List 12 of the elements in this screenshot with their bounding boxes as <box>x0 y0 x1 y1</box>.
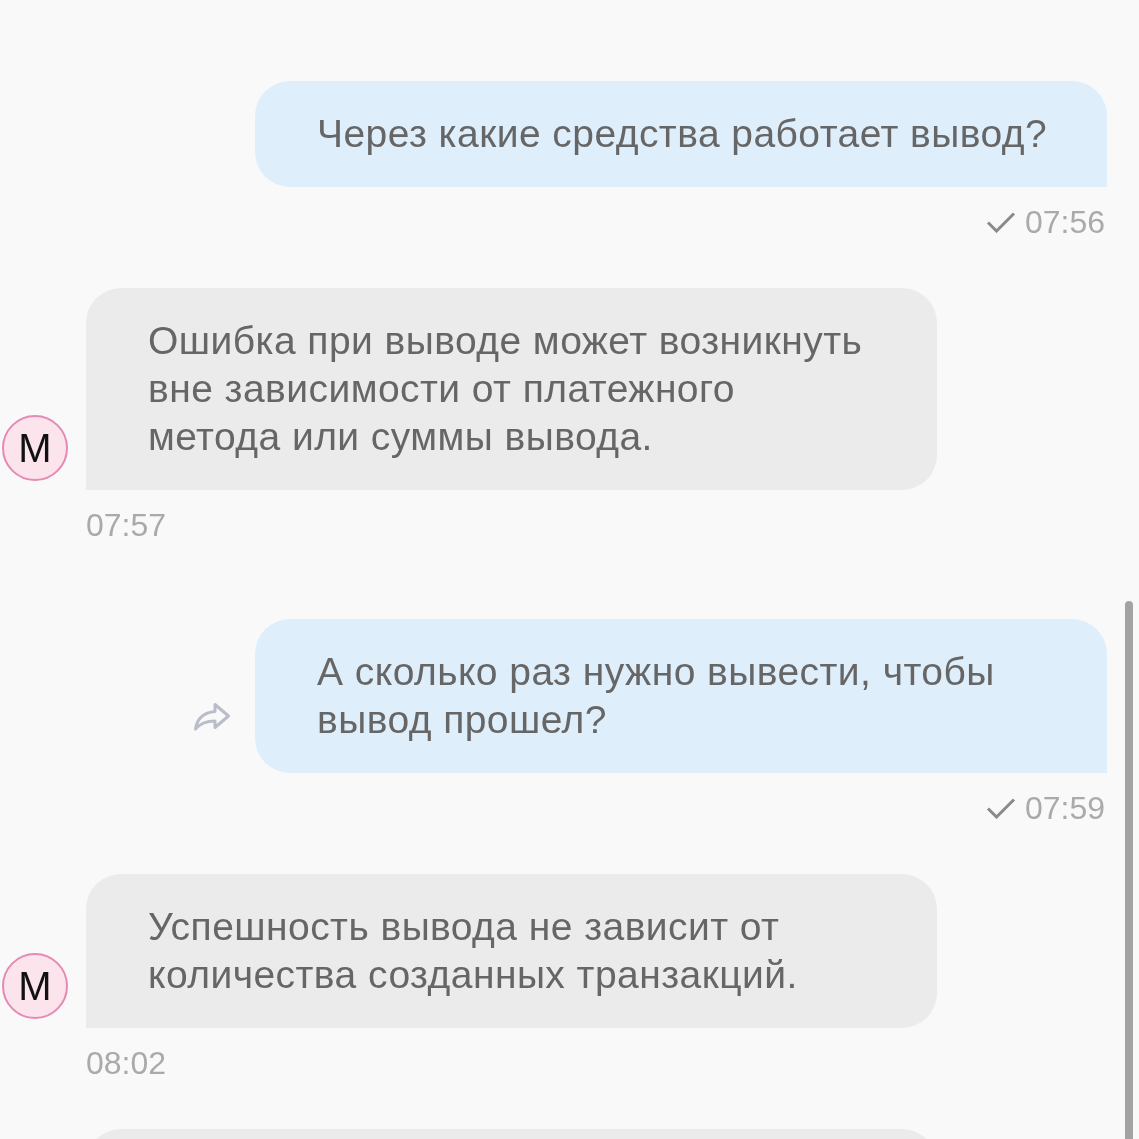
forward-arrow-icon[interactable] <box>193 702 231 731</box>
message-time: 07:59 <box>1024 790 1105 826</box>
avatar: M <box>2 415 68 481</box>
message-text: Ошибка при выводе может возникнуть вне зависимости от платежного метода или суммы вывода. <box>148 318 864 460</box>
message-text: А сколько раз нужно вывести, чтобы вывод прошел? <box>317 649 996 743</box>
scrollbar[interactable] <box>1125 601 1133 1139</box>
message-text: Через какие средства работает вывод? <box>317 111 1045 157</box>
message-time: 07:56 <box>1024 204 1105 240</box>
avatar: M <box>2 953 68 1019</box>
message-time: 08:02 <box>86 1045 167 1081</box>
message-time: 07:57 <box>86 507 167 543</box>
message-text: Успешность вывода не зависит от количества созданных транзакций. <box>148 904 799 998</box>
